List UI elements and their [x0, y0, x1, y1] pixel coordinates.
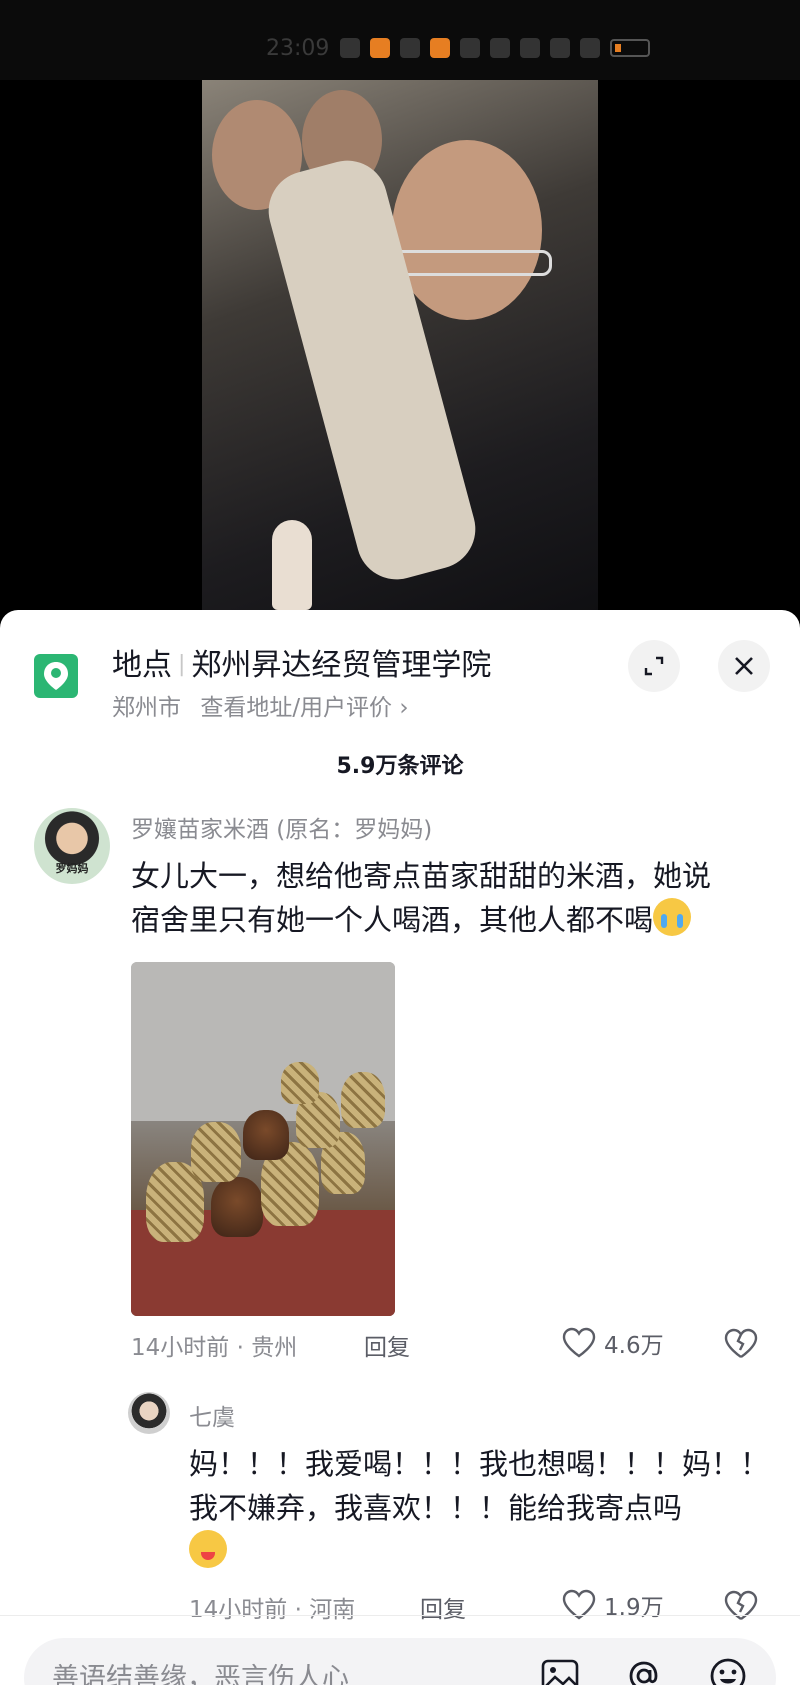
reply-button[interactable]: 回复 [420, 1590, 466, 1624]
comment-author[interactable]: 罗孃苗家米酒 (原名：罗妈妈) [131, 810, 432, 844]
like-button[interactable]: 4.6万 [562, 1326, 664, 1360]
like-count: 1.9万 [604, 1595, 664, 1621]
location-pin-icon [34, 654, 78, 698]
app-badge-icon [370, 38, 390, 58]
image-button[interactable] [536, 1652, 584, 1685]
wifi-icon [580, 38, 600, 58]
status-icons [340, 38, 650, 58]
avatar[interactable] [128, 1392, 170, 1434]
avatar-tag: 罗妈妈 [55, 862, 89, 875]
close-button[interactable] [718, 640, 770, 692]
comment-input[interactable] [52, 1658, 492, 1685]
video-player[interactable] [0, 80, 800, 640]
avatar[interactable]: 罗妈妈 [34, 808, 110, 884]
like-button[interactable]: 1.9万 [562, 1588, 664, 1622]
comment-author[interactable]: 七虞 [189, 1398, 235, 1432]
expand-icon [644, 656, 664, 676]
comment-input-bar [24, 1638, 776, 1685]
status-bar: 23:09 [0, 0, 800, 80]
crying-face-icon [653, 898, 692, 936]
comment-count: 5.9万条评论 [336, 754, 464, 779]
winking-tongue-face-icon [189, 1530, 227, 1568]
image-icon [541, 1659, 579, 1685]
nfc-icon [490, 38, 510, 58]
comment-sheet: 地点 | 郑州昇达经贸管理学院 郑州市 查看地址/用户评价 › 5.9万条评论 罗妈… [0, 610, 800, 1685]
comment-text: 女儿大一，想给他寄点苗家甜甜的米酒，她说 宿舍里只有她一个人喝酒，其他人都不喝 [131, 859, 712, 937]
heart-icon [562, 1327, 596, 1358]
video-frame [202, 80, 598, 640]
heart-icon [562, 1589, 596, 1620]
eye-icon [460, 38, 480, 58]
dislike-button[interactable] [724, 1590, 758, 1626]
view-address-link[interactable]: 查看地址/用户评价 › [200, 695, 408, 721]
comment-time-location: 14小时前 · 贵州 [131, 1335, 298, 1361]
expand-button[interactable] [628, 640, 680, 692]
location-subline: 郑州市 查看地址/用户评价 › [112, 688, 409, 722]
like-count: 4.6万 [604, 1333, 664, 1359]
location-city: 郑州市 [112, 695, 181, 721]
divider [0, 1615, 800, 1616]
emoji-button[interactable] [704, 1652, 752, 1685]
at-sign-icon [629, 1661, 658, 1685]
dislike-button[interactable] [724, 1328, 758, 1364]
bluetooth-icon [520, 38, 540, 58]
record-icon [400, 38, 420, 58]
smiley-icon [710, 1658, 746, 1685]
location-name: 郑州昇达经贸管理学院 [191, 648, 492, 683]
app-badge-icon [430, 38, 450, 58]
close-icon [735, 657, 753, 675]
location-label: 地点 [112, 648, 172, 683]
mention-button[interactable] [620, 1652, 668, 1685]
reply-button[interactable]: 回复 [364, 1328, 410, 1362]
comment-text: 妈！！！我爱喝！！！我也想喝！！！妈！！ 我不嫌弃，我喜欢！！！能给我寄点吗 [189, 1442, 789, 1574]
broken-heart-icon [724, 1328, 758, 1358]
battery-icon [610, 39, 650, 57]
broken-heart-icon [724, 1590, 758, 1620]
notification-icon [340, 38, 360, 58]
location-title[interactable]: 地点 | 郑州昇达经贸管理学院 [112, 640, 491, 684]
comment-time-location: 14小时前 · 河南 [189, 1597, 356, 1623]
comment-photo[interactable] [131, 962, 395, 1316]
vibrate-icon [550, 38, 570, 58]
status-time: 23:09 [266, 36, 330, 61]
